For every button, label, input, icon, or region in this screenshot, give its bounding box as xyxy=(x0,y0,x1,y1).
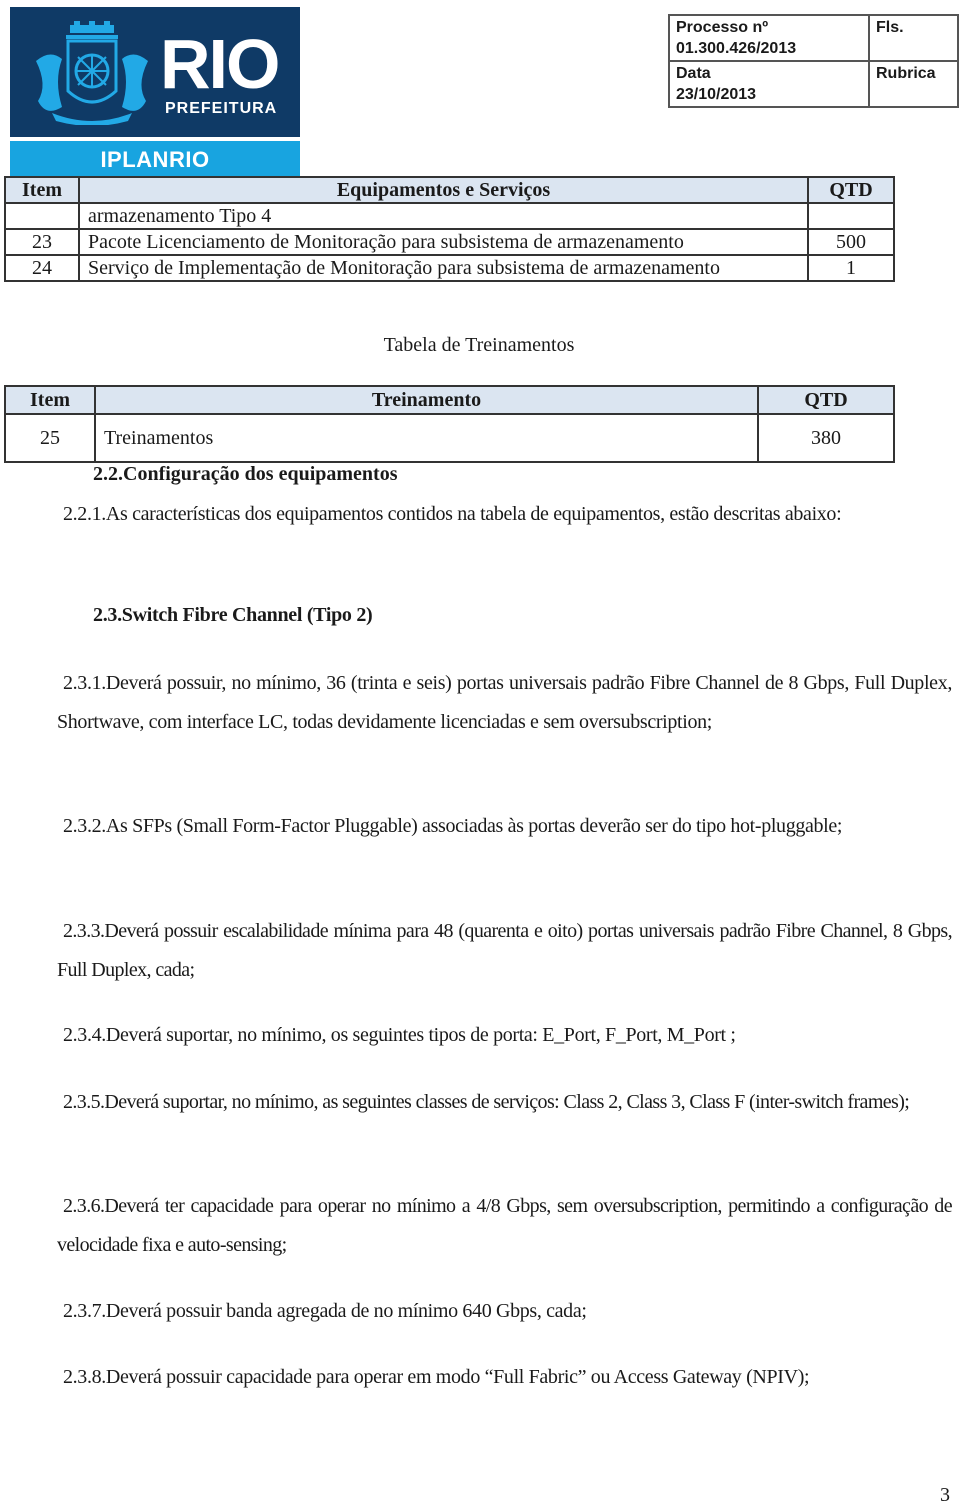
processo-label: Processo nº xyxy=(676,19,769,36)
fls-cell: Fls. xyxy=(868,14,959,62)
paragraph-text: 2.3.2.As SFPs (Small Form-Factor Pluggab… xyxy=(63,815,843,837)
section-2-2-heading: 2.2.Configuração dos equipamentos xyxy=(93,463,398,485)
paragraph-text: 2.3.7.Deverá possuir banda agregada de n… xyxy=(63,1300,587,1322)
logo-prefeitura-text: PREFEITURA xyxy=(165,100,278,117)
table-row: 23 Pacote Licenciamento de Monitoração p… xyxy=(4,228,895,256)
training-table-caption: Tabela de Treinamentos xyxy=(383,334,575,356)
data-cell: Data 23/10/2013 xyxy=(668,60,870,108)
paragraph-2-3-8: 2.3.8.Deverá possuir capacidade para ope… xyxy=(57,1358,952,1397)
paragraph-2-3-3: 2.3.3.Deverá possuir escalabilidade míni… xyxy=(57,912,953,989)
cell-description: Serviço de Implementação de Monitoração … xyxy=(78,254,809,282)
cell-description: Pacote Licenciamento de Monitoração para… xyxy=(78,228,809,256)
cell-qtd: 1 xyxy=(807,254,895,282)
section-2-3-heading: 2.3.Switch Fibre Channel (Tipo 2) xyxy=(93,604,373,626)
table-header-row: Item Treinamento QTD xyxy=(4,385,895,415)
cell-description: Treinamentos xyxy=(94,413,759,463)
data-label: Data xyxy=(676,65,711,82)
cell-item xyxy=(4,202,80,230)
cell-qtd: 380 xyxy=(757,413,895,463)
table-header-row: Item Equipamentos e Serviços QTD xyxy=(4,176,895,204)
logo-light-band: IPLANRIO xyxy=(10,141,300,178)
coat-of-arms-icon xyxy=(36,21,148,125)
paragraph-2-3-4: 2.3.4.Deverá suportar, no mínimo, os seg… xyxy=(57,1016,952,1055)
column-header-qtd: QTD xyxy=(757,385,895,415)
table-row: 24 Serviço de Implementação de Monitoraç… xyxy=(4,254,895,282)
fls-label: Fls. xyxy=(876,19,904,36)
logo-rio-text: RIO xyxy=(160,25,280,103)
training-table: Item Treinamento QTD 25 Treinamentos 380 xyxy=(4,385,895,463)
prefeitura-rio-logo: RIO PREFEITURA IPLANRIO xyxy=(10,7,300,178)
data-value: 23/10/2013 xyxy=(676,86,757,103)
column-header-item: Item xyxy=(4,385,96,415)
table-row: armazenamento Tipo 4 xyxy=(4,202,895,230)
paragraph-2-3-7: 2.3.7.Deverá possuir banda agregada de n… xyxy=(57,1292,952,1331)
cell-qtd xyxy=(807,202,895,230)
equipment-table: Item Equipamentos e Serviços QTD armazen… xyxy=(4,176,895,282)
logo-dark-band: RIO PREFEITURA xyxy=(10,7,300,137)
rubrica-label: Rubrica xyxy=(876,65,936,82)
column-header-qtd: QTD xyxy=(807,176,895,204)
process-info-box: Processo nº 01.300.426/2013 Fls. Data 23… xyxy=(668,14,959,108)
paragraph-text: 2.3.4.Deverá suportar, no mínimo, os seg… xyxy=(63,1024,736,1046)
cell-qtd: 500 xyxy=(807,228,895,256)
paragraph-2-3-2: 2.3.2.As SFPs (Small Form-Factor Pluggab… xyxy=(57,807,952,846)
paragraph-2-2-1: 2.2.1.As características dos equipamento… xyxy=(57,495,952,534)
column-header-equipamentos: Equipamentos e Serviços xyxy=(78,176,809,204)
column-header-treinamento: Treinamento xyxy=(94,385,759,415)
paragraph-2-3-5: 2.3.5.Deverá suportar, no mínimo, as seg… xyxy=(57,1083,952,1122)
column-header-item: Item xyxy=(4,176,80,204)
processo-cell: Processo nº 01.300.426/2013 xyxy=(668,14,870,62)
logo-iplanrio-text: IPLANRIO xyxy=(100,146,210,172)
cell-item: 25 xyxy=(4,413,96,463)
paragraph-text: 2.3.6.Deverá ter capacidade para operar … xyxy=(57,1195,953,1256)
paragraph-text: 2.2.1.As características dos equipamento… xyxy=(63,503,842,525)
paragraph-text: 2.3.3.Deverá possuir escalabilidade míni… xyxy=(57,920,953,981)
paragraph-text: 2.3.1.Deverá possuir, no mínimo, 36 (tri… xyxy=(57,672,952,733)
cell-item: 24 xyxy=(4,254,80,282)
page-number: 3 xyxy=(940,1484,950,1506)
table-row: 25 Treinamentos 380 xyxy=(4,413,895,463)
paragraph-2-3-1: 2.3.1.Deverá possuir, no mínimo, 36 (tri… xyxy=(57,664,952,741)
rubrica-cell: Rubrica xyxy=(868,60,959,108)
processo-value: 01.300.426/2013 xyxy=(676,40,797,57)
paragraph-text: 2.3.5.Deverá suportar, no mínimo, as seg… xyxy=(63,1091,910,1113)
paragraph-2-3-6: 2.3.6.Deverá ter capacidade para operar … xyxy=(57,1187,953,1264)
cell-item: 23 xyxy=(4,228,80,256)
cell-description: armazenamento Tipo 4 xyxy=(78,202,809,230)
paragraph-text: 2.3.8.Deverá possuir capacidade para ope… xyxy=(63,1366,810,1388)
